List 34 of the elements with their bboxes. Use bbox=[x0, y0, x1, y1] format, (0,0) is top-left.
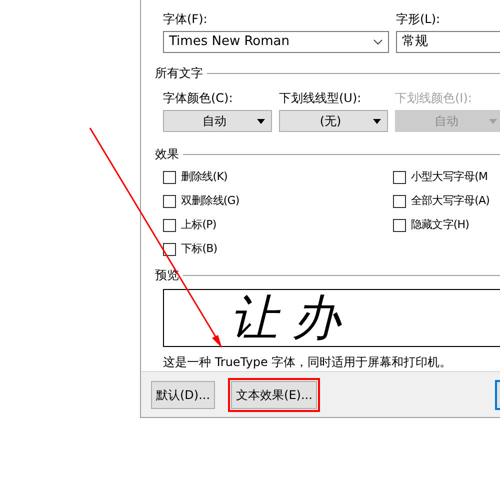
caret-icon bbox=[489, 118, 497, 124]
font-label: 字体(F): bbox=[163, 11, 208, 28]
chevron-icon bbox=[373, 39, 383, 45]
style-combo-box[interactable]: 常规 bbox=[396, 31, 500, 53]
checkbox-option[interactable]: 上标(P) bbox=[163, 218, 393, 233]
color-dropdown[interactable]: 自动 bbox=[163, 110, 272, 132]
checkbox[interactable] bbox=[163, 171, 176, 184]
dropdown-label: 下划线颜色(I): bbox=[395, 90, 473, 107]
dropdown-label: 下划线线型(U): bbox=[279, 90, 362, 107]
dialog-button[interactable]: 文本效果(E)... bbox=[231, 380, 318, 408]
checkbox-option[interactable]: 下标(B) bbox=[163, 242, 393, 257]
checkbox-option[interactable]: 隐藏文字(H) bbox=[393, 218, 500, 233]
checkbox-option[interactable]: 删除线(K) bbox=[163, 170, 393, 185]
checkbox-option[interactable]: 小型大写字母(M bbox=[393, 170, 500, 185]
preview-sample: 让办 bbox=[230, 294, 354, 342]
color-dropdown[interactable]: (无) bbox=[279, 110, 388, 132]
checkbox-option[interactable]: 全部大写字母(A) bbox=[393, 194, 500, 209]
caret-icon bbox=[257, 118, 265, 124]
section-title: 预览 bbox=[155, 267, 179, 284]
checkbox[interactable] bbox=[393, 195, 406, 208]
caret-icon bbox=[373, 118, 381, 124]
checkbox[interactable] bbox=[163, 219, 176, 232]
font-combo-box[interactable]: Times New Roman bbox=[163, 31, 389, 53]
style-label: 字形(L): bbox=[396, 11, 442, 28]
checkbox[interactable] bbox=[393, 171, 406, 184]
section-title: 效果 bbox=[155, 146, 179, 163]
checkbox[interactable] bbox=[163, 243, 176, 256]
font-description: 这是一种 TrueType 字体，同时适用于屏幕和打印机。 bbox=[163, 354, 453, 371]
section-title: 所有文字 bbox=[155, 65, 203, 82]
checkbox-option[interactable]: 双删除线(G) bbox=[163, 194, 393, 209]
dialog-button[interactable]: 默认(D)... bbox=[151, 380, 216, 408]
dropdown-label: 字体颜色(C): bbox=[163, 90, 234, 107]
checkbox[interactable] bbox=[393, 219, 406, 232]
checkbox[interactable] bbox=[163, 195, 176, 208]
